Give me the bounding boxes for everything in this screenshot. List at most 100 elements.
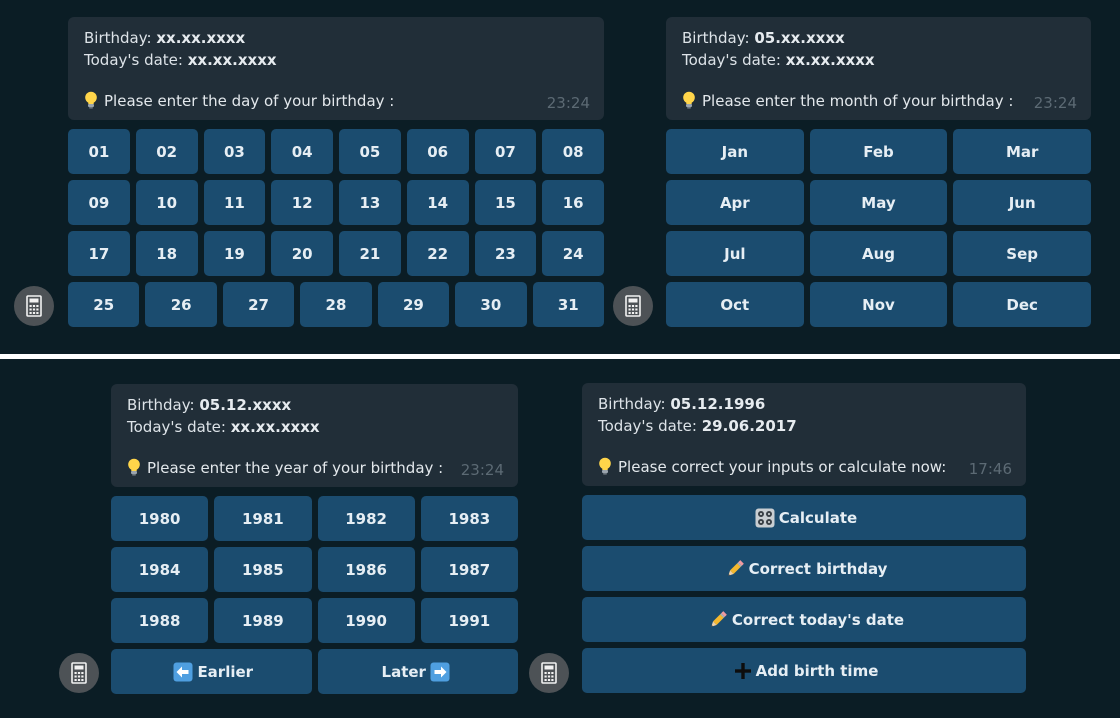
day-key-21[interactable]: 21 xyxy=(339,231,401,276)
year-key-1980[interactable]: 1980 xyxy=(111,496,209,541)
birthday-value: 05.12.xxxx xyxy=(199,396,292,414)
month-key-feb[interactable]: Feb xyxy=(809,129,948,174)
month-key-apr[interactable]: Apr xyxy=(666,180,804,225)
day-key-18[interactable]: 18 xyxy=(135,231,198,276)
year-key-1987[interactable]: 1987 xyxy=(420,547,518,592)
calculator-icon[interactable] xyxy=(59,653,99,693)
actions-keyboard: Calculate Correct birthday Correct today… xyxy=(582,495,1026,693)
day-key-27[interactable]: 27 xyxy=(222,282,295,327)
month-key-jul[interactable]: Jul xyxy=(666,231,804,276)
message-bubble-actions: Birthday: 05.12.1996 Today's date: 29.06… xyxy=(582,383,1026,486)
calculator-icon[interactable] xyxy=(14,286,54,326)
month-key-sep[interactable]: Sep xyxy=(953,231,1091,276)
day-key-09[interactable]: 09 xyxy=(68,180,130,225)
pencil-icon xyxy=(725,559,745,579)
message-time: 23:24 xyxy=(1033,94,1077,112)
day-key-06[interactable]: 06 xyxy=(406,129,469,174)
day-key-31[interactable]: 31 xyxy=(532,282,604,327)
day-key-07[interactable]: 07 xyxy=(474,129,537,174)
day-key-02[interactable]: 02 xyxy=(135,129,198,174)
day-key-05[interactable]: 05 xyxy=(339,129,401,174)
day-key-11[interactable]: 11 xyxy=(203,180,266,225)
day-key-24[interactable]: 24 xyxy=(542,231,604,276)
correct-todays-date-button[interactable]: Correct today's date xyxy=(582,597,1026,642)
day-key-20[interactable]: 20 xyxy=(271,231,333,276)
day-key-17[interactable]: 17 xyxy=(68,231,130,276)
calculate-label: Calculate xyxy=(778,508,858,527)
month-key-aug[interactable]: Aug xyxy=(809,231,948,276)
day-key-13[interactable]: 13 xyxy=(339,180,401,225)
earlier-button[interactable]: Earlier xyxy=(111,649,312,694)
prompt-text: Please enter the month of your birthday … xyxy=(702,92,1014,110)
year-key-1984[interactable]: 1984 xyxy=(111,547,209,592)
today-label: Today's date: xyxy=(127,418,226,436)
correct-todays-date-label: Correct today's date xyxy=(731,610,905,629)
year-key-1988[interactable]: 1988 xyxy=(111,598,209,643)
prompt-line: Please enter the year of your birthday : xyxy=(127,457,443,479)
month-key-jun[interactable]: Jun xyxy=(953,180,1091,225)
month-key-oct[interactable]: Oct xyxy=(666,282,804,327)
day-key-14[interactable]: 14 xyxy=(406,180,469,225)
panel-divider xyxy=(0,354,1120,359)
year-key-1989[interactable]: 1989 xyxy=(214,598,312,643)
month-key-mar[interactable]: Mar xyxy=(953,129,1091,174)
control-knobs-icon xyxy=(755,508,775,528)
add-birth-time-button[interactable]: Add birth time xyxy=(582,648,1026,693)
day-key-25[interactable]: 25 xyxy=(68,282,140,327)
year-key-1983[interactable]: 1983 xyxy=(420,496,518,541)
year-key-1986[interactable]: 1986 xyxy=(317,547,415,592)
day-key-04[interactable]: 04 xyxy=(271,129,333,174)
pencil-icon xyxy=(708,610,728,630)
later-label: Later xyxy=(381,662,426,681)
prompt-line: Please correct your inputs or calculate … xyxy=(598,456,946,478)
day-key-12[interactable]: 12 xyxy=(271,180,333,225)
message-time: 23:24 xyxy=(546,94,590,112)
prompt-text: Please enter the year of your birthday : xyxy=(147,459,444,477)
year-key-1985[interactable]: 1985 xyxy=(214,547,312,592)
day-key-23[interactable]: 23 xyxy=(474,231,537,276)
day-key-28[interactable]: 28 xyxy=(300,282,372,327)
day-keyboard-rows-1-3: 01 02 03 04 05 06 07 08 09 10 11 12 13 1… xyxy=(68,129,604,276)
day-key-10[interactable]: 10 xyxy=(135,180,198,225)
year-key-1982[interactable]: 1982 xyxy=(317,496,415,541)
calculator-icon[interactable] xyxy=(613,286,653,326)
calculator-icon[interactable] xyxy=(529,653,569,693)
calculate-button[interactable]: Calculate xyxy=(582,495,1026,540)
light-bulb-icon xyxy=(127,457,141,479)
day-key-16[interactable]: 16 xyxy=(542,180,604,225)
year-key-1990[interactable]: 1990 xyxy=(317,598,415,643)
today-line: Today's date: xx.xx.xxxx xyxy=(84,49,590,71)
day-key-22[interactable]: 22 xyxy=(406,231,469,276)
day-key-08[interactable]: 08 xyxy=(542,129,604,174)
day-key-01[interactable]: 01 xyxy=(68,129,130,174)
correct-birthday-button[interactable]: Correct birthday xyxy=(582,546,1026,591)
left-arrow-icon xyxy=(173,662,193,682)
month-keyboard: Jan Feb Mar Apr May Jun Jul Aug Sep Oct … xyxy=(666,129,1091,327)
light-bulb-icon xyxy=(682,90,696,112)
day-key-26[interactable]: 26 xyxy=(145,282,217,327)
birthday-line: Birthday: 05.12.1996 xyxy=(598,393,1012,415)
later-button[interactable]: Later xyxy=(317,649,518,694)
light-bulb-icon xyxy=(598,456,612,478)
day-key-29[interactable]: 29 xyxy=(377,282,450,327)
year-key-1981[interactable]: 1981 xyxy=(214,496,312,541)
earlier-label: Earlier xyxy=(197,662,254,681)
today-value: 29.06.2017 xyxy=(701,417,797,435)
day-key-30[interactable]: 30 xyxy=(455,282,527,327)
birthday-line: Birthday: 05.12.xxxx xyxy=(127,394,504,416)
day-keyboard-row-4: 25 26 27 28 29 30 31 xyxy=(68,282,604,327)
message-bubble-month: Birthday: 05.xx.xxxx Today's date: xx.xx… xyxy=(666,17,1091,120)
light-bulb-icon xyxy=(84,90,98,112)
birthday-line: Birthday: 05.xx.xxxx xyxy=(682,27,1077,49)
day-key-03[interactable]: 03 xyxy=(203,129,266,174)
day-key-19[interactable]: 19 xyxy=(203,231,266,276)
month-key-dec[interactable]: Dec xyxy=(953,282,1091,327)
day-key-15[interactable]: 15 xyxy=(474,180,537,225)
birthday-label: Birthday: xyxy=(682,29,750,47)
birthday-value: xx.xx.xxxx xyxy=(156,29,246,47)
month-key-jan[interactable]: Jan xyxy=(666,129,804,174)
month-key-may[interactable]: May xyxy=(809,180,948,225)
today-value: xx.xx.xxxx xyxy=(187,51,277,69)
month-key-nov[interactable]: Nov xyxy=(809,282,948,327)
year-key-1991[interactable]: 1991 xyxy=(420,598,518,643)
